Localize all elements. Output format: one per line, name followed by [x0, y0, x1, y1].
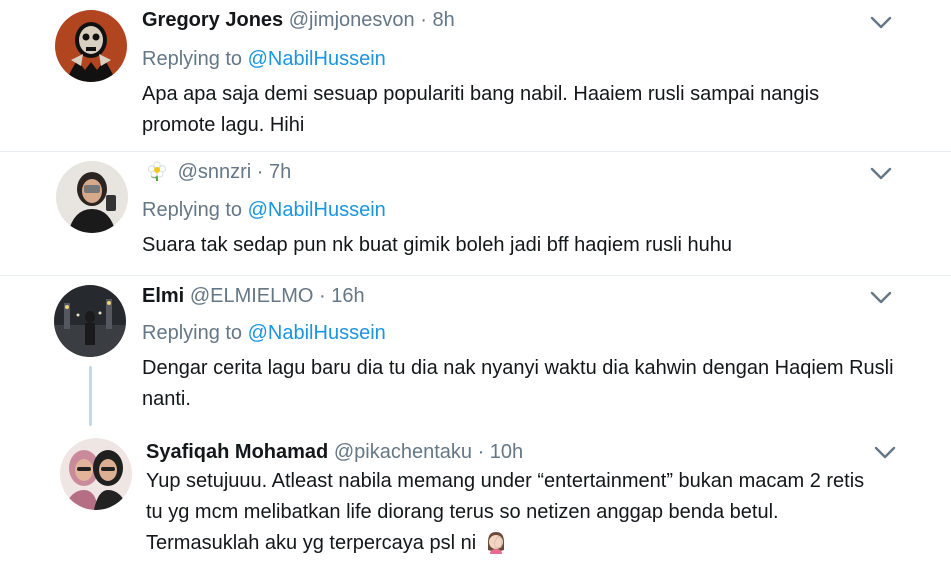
timestamp[interactable]: 8h: [432, 9, 454, 31]
avatar[interactable]: [54, 285, 126, 357]
replying-to: Replying to @NabilHussein: [142, 321, 386, 345]
tweet-text: Dengar cerita lagu baru dia tu dia nak n…: [142, 357, 894, 410]
tweet-snnzri[interactable]: @snnzri · 7h Replying to @NabilHussein S…: [0, 152, 951, 276]
replying-to-label: Replying to: [142, 199, 243, 221]
replying-to-label: Replying to: [142, 48, 243, 70]
mention-link[interactable]: @NabilHussein: [248, 199, 386, 221]
avatar-image-skull: [55, 10, 127, 82]
tweet-elmi[interactable]: Elmi @ELMIELMO · 16h Replying to @NabilH…: [0, 276, 951, 436]
avatar[interactable]: [56, 161, 128, 233]
avatar-image-two-people: [60, 438, 132, 510]
user-handle[interactable]: @snnzri: [178, 161, 252, 183]
mention-link[interactable]: @NabilHussein: [248, 322, 386, 344]
replying-to: Replying to @NabilHussein: [142, 198, 386, 222]
chevron-down-icon[interactable]: [870, 16, 892, 30]
woman-facepalming-emoji: [487, 532, 504, 554]
user-handle[interactable]: @pikachentaku: [334, 441, 472, 463]
display-name[interactable]: Gregory Jones: [142, 9, 283, 31]
mention-link[interactable]: @NabilHussein: [248, 48, 386, 70]
timestamp[interactable]: 16h: [331, 285, 364, 307]
display-name[interactable]: Elmi: [142, 285, 184, 307]
separator-dot: ·: [319, 285, 326, 307]
timestamp[interactable]: 10h: [490, 441, 523, 463]
display-name[interactable]: Syafiqah Mohamad: [146, 441, 328, 463]
replying-to: Replying to @NabilHussein: [142, 47, 386, 71]
tweet-syafiqah-mohamad[interactable]: Syafiqah Mohamad @pikachentaku · 10h Yup…: [0, 436, 951, 569]
chevron-down-icon[interactable]: [870, 291, 892, 305]
tweet-text: Suara tak sedap pun nk buat gimik boleh …: [142, 234, 733, 256]
flower-icon: [147, 161, 167, 181]
user-handle[interactable]: @jimjonesvon: [289, 9, 415, 31]
separator-dot: ·: [256, 161, 264, 183]
avatar[interactable]: [55, 10, 127, 82]
avatar-image-person: [56, 161, 128, 233]
timestamp[interactable]: 7h: [269, 161, 291, 183]
chevron-down-icon[interactable]: [874, 446, 896, 460]
separator-dot: ·: [420, 9, 427, 31]
thread-connector: [89, 366, 92, 426]
replying-to-label: Replying to: [142, 322, 243, 344]
user-handle[interactable]: @ELMIELMO: [190, 285, 314, 307]
tweet-text: Apa apa saja demi sesuap populariti bang…: [142, 83, 820, 136]
separator-dot: ·: [477, 441, 485, 463]
tweet-gregory-jones[interactable]: Gregory Jones @jimjonesvon · 8h Replying…: [0, 0, 951, 152]
tweet-text-container: Yup setujuuu. Atleast nabila memang unde…: [146, 466, 876, 559]
avatar[interactable]: [60, 438, 132, 510]
chevron-down-icon[interactable]: [870, 167, 892, 181]
avatar-image-night-city: [54, 285, 126, 357]
